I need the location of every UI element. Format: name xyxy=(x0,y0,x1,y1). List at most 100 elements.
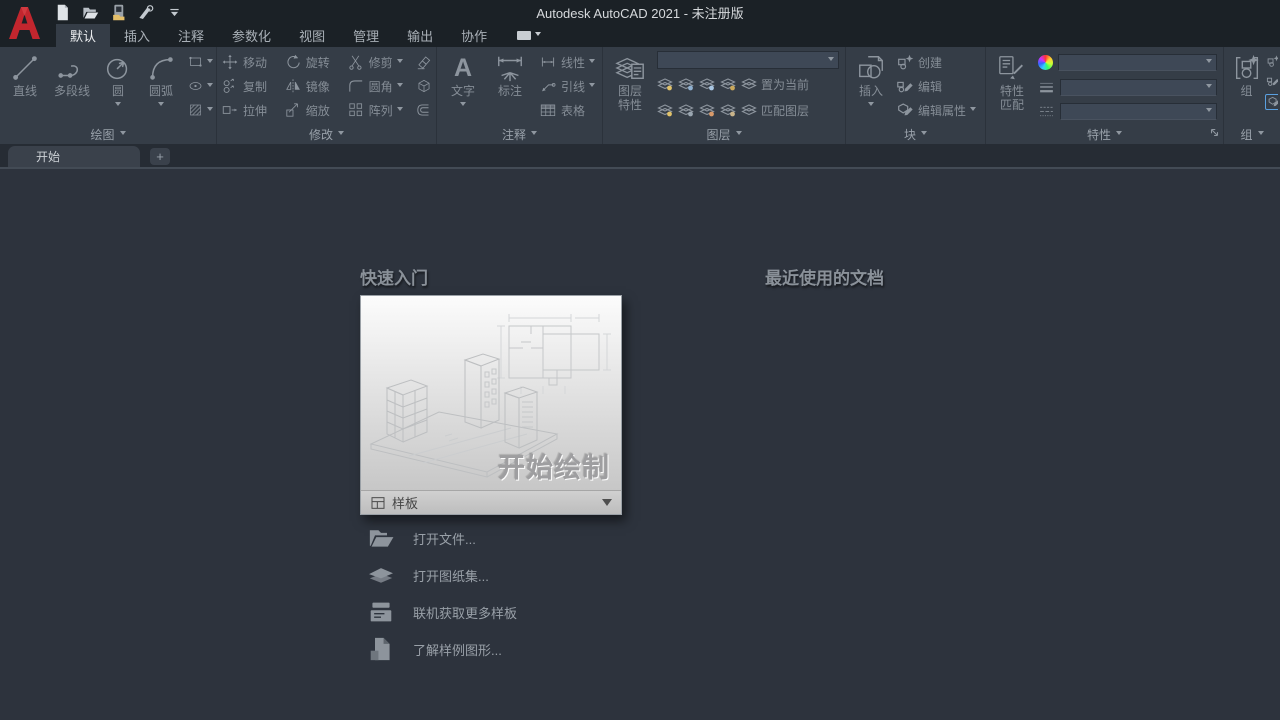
text-label: 文字 xyxy=(450,84,475,98)
polyline-button[interactable]: 多段线 xyxy=(46,50,98,124)
group-selection-toggle-icon[interactable] xyxy=(1265,94,1278,110)
layer-on-icon[interactable] xyxy=(657,76,673,92)
sample-drawings-label: 了解样例图形... xyxy=(413,642,502,658)
autocad-logo-icon[interactable] xyxy=(7,3,41,43)
ribbon-display-toggle[interactable] xyxy=(511,24,547,47)
layer-select-combobox[interactable] xyxy=(657,51,839,69)
offset-button[interactable] xyxy=(415,98,434,122)
layer-off-icon[interactable] xyxy=(657,102,673,118)
linear-dimension-button[interactable]: 线性 xyxy=(539,50,596,74)
dialog-launcher-icon[interactable] xyxy=(1210,126,1219,140)
panel-label-properties[interactable]: 特性 xyxy=(986,124,1223,144)
set-current-layer-button[interactable]: 置为当前 xyxy=(741,72,809,96)
group-label: 组 xyxy=(1240,84,1253,98)
online-templates-link[interactable]: 联机获取更多样板 xyxy=(366,599,517,625)
plot-icon[interactable] xyxy=(136,2,157,23)
start-drawing-label: 开始绘制 xyxy=(498,453,610,483)
tab-collaborate[interactable]: 协作 xyxy=(447,24,501,47)
mirror-button[interactable]: 镜像 xyxy=(284,74,341,98)
leader-icon xyxy=(539,77,557,95)
scale-icon xyxy=(284,101,302,119)
open-folder-icon[interactable] xyxy=(80,2,101,23)
trim-label: 修剪 xyxy=(368,55,393,70)
insert-block-button[interactable]: 插入 xyxy=(850,50,892,124)
move-button[interactable]: 移动 xyxy=(221,50,278,74)
group-button[interactable]: 组 xyxy=(1228,50,1265,124)
rotate-button[interactable]: 旋转 xyxy=(284,50,341,74)
erase-button[interactable] xyxy=(415,50,434,74)
rectangle-button[interactable] xyxy=(188,50,213,74)
erase-icon xyxy=(415,53,433,71)
open-file-link[interactable]: 打开文件... xyxy=(366,525,517,551)
panel-annotation: A 文字 标注 线性 引线 表格 注释 xyxy=(437,47,603,144)
edit-block-button[interactable]: 编辑 xyxy=(896,74,976,98)
chevron-down-icon xyxy=(207,58,213,66)
group-edit-icon[interactable] xyxy=(1265,74,1278,90)
panel-label-draw[interactable]: 绘图 xyxy=(0,124,216,144)
set-current-layer-icon xyxy=(741,76,757,92)
chevron-down-icon xyxy=(970,106,977,114)
circle-button[interactable]: 圆 xyxy=(98,50,138,124)
text-button[interactable]: A 文字 xyxy=(441,50,485,124)
edit-attributes-button[interactable]: 编辑属性 xyxy=(896,98,977,122)
sample-drawings-link[interactable]: 了解样例图形... xyxy=(366,636,517,662)
explode-button[interactable] xyxy=(415,74,434,98)
panel-label-block[interactable]: 块 xyxy=(846,124,985,144)
ellipse-button[interactable] xyxy=(188,74,213,98)
layer-unisolate-icon[interactable] xyxy=(678,102,694,118)
panel-groups: 组 组 xyxy=(1224,47,1280,144)
scale-button[interactable]: 缩放 xyxy=(284,98,341,122)
new-file-icon[interactable] xyxy=(52,2,73,23)
create-block-button[interactable]: 创建 xyxy=(896,50,976,74)
stretch-button[interactable]: 拉伸 xyxy=(221,98,278,122)
tab-default[interactable]: 默认 xyxy=(56,24,111,47)
tab-insert[interactable]: 插入 xyxy=(110,24,164,47)
hatch-button[interactable] xyxy=(188,98,213,122)
object-color-combobox[interactable] xyxy=(1058,53,1217,71)
file-tab-start[interactable]: 开始 xyxy=(8,146,140,167)
panel-label-modify[interactable]: 修改 xyxy=(217,124,436,144)
panel-label-groups[interactable]: 组 xyxy=(1224,124,1280,144)
layer-thaw-icon[interactable] xyxy=(699,102,715,118)
customize-dropdown-icon[interactable] xyxy=(164,2,185,23)
template-icon xyxy=(370,495,386,511)
tab-manage[interactable]: 管理 xyxy=(339,24,393,47)
layer-properties-button[interactable]: 图层特性 xyxy=(607,50,653,124)
tab-output[interactable]: 输出 xyxy=(393,24,447,47)
leader-button[interactable]: 引线 xyxy=(539,74,596,98)
match-properties-button[interactable]: 特性匹配 xyxy=(990,50,1034,124)
layer-unlock-icon[interactable] xyxy=(720,102,736,118)
tab-view[interactable]: 视图 xyxy=(285,24,339,47)
array-button[interactable]: 阵列 xyxy=(347,98,409,122)
tab-annotate[interactable]: 注释 xyxy=(164,24,218,47)
lineweight-icon xyxy=(1038,79,1055,96)
layer-lock-icon[interactable] xyxy=(720,76,736,92)
layer-isolate-icon[interactable] xyxy=(678,76,694,92)
linetype-icon xyxy=(1038,103,1055,120)
ungroup-icon[interactable] xyxy=(1265,54,1278,70)
ellipse-icon xyxy=(188,78,204,94)
panel-label-annotation[interactable]: 注释 xyxy=(437,124,602,144)
copy-button[interactable]: 复制 xyxy=(221,74,278,98)
new-drawing-tab-button[interactable]: + xyxy=(150,148,170,165)
fillet-button[interactable]: 圆角 xyxy=(347,74,409,98)
layer-freeze-icon[interactable] xyxy=(699,76,715,92)
trim-icon xyxy=(347,53,365,71)
tab-parametric[interactable]: 参数化 xyxy=(218,24,285,47)
save-icon[interactable] xyxy=(108,2,129,23)
line-button[interactable]: 直线 xyxy=(4,50,46,124)
start-drawing-card[interactable]: 开始绘制 样板 xyxy=(360,295,622,515)
start-drawing-preview-image: 开始绘制 xyxy=(360,295,622,490)
panel-label-layers[interactable]: 图层 xyxy=(603,124,845,144)
table-button[interactable]: 表格 xyxy=(539,98,595,122)
open-sheet-set-link[interactable]: 打开图纸集... xyxy=(366,562,517,588)
match-layer-button[interactable]: 匹配图层 xyxy=(741,98,809,122)
arc-button[interactable]: 圆弧 xyxy=(138,50,184,124)
lineweight-combobox[interactable] xyxy=(1060,78,1217,96)
edit-attributes-label: 编辑属性 xyxy=(918,103,967,118)
trim-button[interactable]: 修剪 xyxy=(347,50,409,74)
template-dropdown[interactable]: 样板 xyxy=(360,490,622,515)
mirror-label: 镜像 xyxy=(305,79,330,94)
linetype-combobox[interactable] xyxy=(1060,103,1217,121)
dimension-button[interactable]: 标注 xyxy=(485,50,535,124)
